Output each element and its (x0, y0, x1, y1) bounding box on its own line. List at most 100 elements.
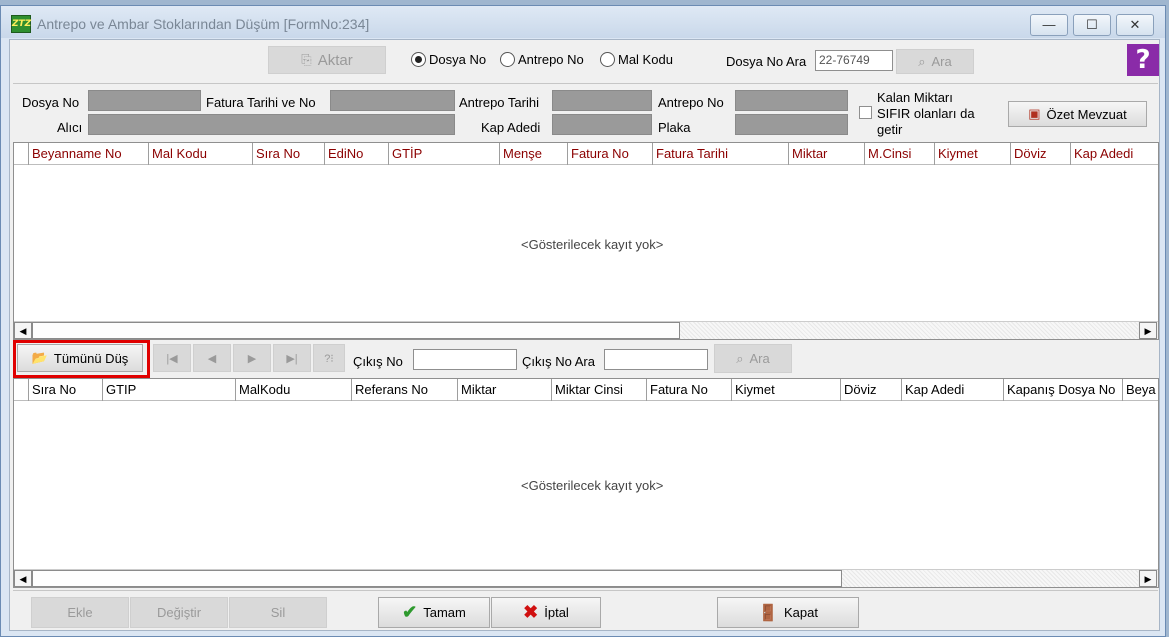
column-header[interactable]: Sıra No (252, 143, 324, 165)
scroll-thumb[interactable] (32, 570, 842, 587)
empty-grid-message: <Gösterilecek kayıt yok> (521, 237, 664, 252)
cikis-no-label: Çıkış No (353, 354, 403, 369)
radio-dot-checked (411, 52, 426, 67)
antrepo-no-label: Antrepo No (658, 95, 724, 110)
radio-dot (600, 52, 615, 67)
antrepo-tarihi-value (552, 90, 652, 111)
column-header[interactable]: Miktar Cinsi (551, 379, 646, 401)
scroll-track[interactable] (680, 322, 1138, 339)
column-header[interactable]: Fatura No (646, 379, 731, 401)
fatura-value (330, 90, 455, 111)
column-header[interactable]: Kiymet (731, 379, 840, 401)
column-header[interactable]: GTİP (388, 143, 499, 165)
plaka-value (735, 114, 848, 135)
close-button[interactable]: ✕ (1116, 14, 1154, 36)
kapat-button[interactable]: 🚪 Kapat (717, 597, 859, 628)
column-header[interactable]: Kiymet (934, 143, 1010, 165)
iptal-button[interactable]: ✖ İptal (491, 597, 601, 628)
nav-prev-icon[interactable]: ◀ (193, 344, 231, 372)
form-content: ⎘ Aktar Dosya No Antrepo No Mal Kodu Dos… (9, 39, 1160, 631)
magnifier-icon: ⌕ (918, 53, 926, 69)
alici-value (88, 114, 455, 135)
radio-antrepo-no[interactable]: Antrepo No (500, 52, 584, 67)
column-header[interactable]: Kap Adedi (1070, 143, 1158, 165)
cikis-no-ara-label: Çıkış No Ara (522, 354, 595, 369)
column-header[interactable]: Mal Kodu (148, 143, 252, 165)
column-header[interactable]: Döviz (1010, 143, 1070, 165)
form-window: ZTZ Antrepo ve Ambar Stoklarından Düşüm … (0, 5, 1166, 637)
ara-button[interactable]: ⌕ Ara (896, 49, 974, 74)
nav-last-icon[interactable]: ▶| (273, 344, 311, 372)
window-title: Antrepo ve Ambar Stoklarından Düşüm [For… (37, 16, 370, 32)
radio-antrepo-label: Antrepo No (518, 52, 584, 67)
minimize-button[interactable]: — (1030, 14, 1068, 36)
tamam-label: Tamam (423, 605, 466, 620)
column-header[interactable]: GTIP (102, 379, 235, 401)
column-header[interactable]: Sıra No (28, 379, 102, 401)
maximize-button[interactable]: ☐ (1073, 14, 1111, 36)
search-doc-icon: ⌕ (736, 350, 744, 366)
column-header[interactable]: Miktar (457, 379, 551, 401)
radio-mal-kodu[interactable]: Mal Kodu (600, 52, 673, 67)
dosya-no-value (88, 90, 201, 111)
scroll-left-icon[interactable]: ◀ (14, 322, 32, 339)
scroll-right-icon[interactable]: ▶ (1139, 570, 1157, 587)
beyanname-grid: Beyanname No Mal Kodu Sıra No EdiNo GTİP… (13, 142, 1159, 340)
antrepo-tarihi-label: Antrepo Tarihi (459, 95, 539, 110)
sifir-label: SIFIR olanları da (877, 106, 975, 121)
sifir-checkbox[interactable] (859, 106, 872, 119)
column-header[interactable]: Miktar (788, 143, 864, 165)
column-header[interactable]: Fatura Tarihi (652, 143, 788, 165)
horizontal-scrollbar[interactable]: ◀ ▶ (14, 321, 1158, 339)
column-header[interactable]: Kapanış Dosya No (1003, 379, 1122, 401)
column-header[interactable]: Fatura No (567, 143, 652, 165)
help-icon[interactable]: ? (1127, 44, 1159, 76)
scroll-right-icon[interactable]: ▶ (1139, 322, 1157, 339)
column-header[interactable]: EdiNo (324, 143, 388, 165)
checkmark-icon: ✔ (402, 602, 418, 622)
column-header[interactable]: MalKodu (235, 379, 351, 401)
nav-search-icon[interactable]: ?⁝ (313, 344, 345, 372)
kalan-miktari-label: Kalan Miktarı (877, 90, 953, 105)
navigator-bar: |◀ ◀ ▶ ▶| ?⁝ (153, 343, 351, 375)
ekle-button[interactable]: Ekle (31, 597, 129, 628)
column-header[interactable]: Kap Adedi (901, 379, 1003, 401)
title-bar: ZTZ Antrepo ve Ambar Stoklarından Düşüm … (1, 6, 1165, 38)
kap-adedi-value (552, 114, 652, 135)
nav-next-icon[interactable]: ▶ (233, 344, 271, 372)
column-header[interactable]: Referans No (351, 379, 457, 401)
cikis-no-input[interactable] (413, 349, 517, 370)
column-header[interactable]: M.Cinsi (864, 143, 934, 165)
document-icon: ▣ (1028, 106, 1041, 121)
ozet-mevzuat-button[interactable]: ▣ Özet Mevzuat (1008, 101, 1147, 127)
scroll-track[interactable] (842, 570, 1138, 587)
plaka-label: Plaka (658, 120, 691, 135)
fatura-label: Fatura Tarihi ve No (206, 95, 316, 110)
aktar-button[interactable]: ⎘ Aktar (268, 46, 386, 74)
column-header[interactable]: Beyanname No (28, 143, 148, 165)
scroll-thumb[interactable] (32, 322, 680, 339)
column-header[interactable]: Döviz (840, 379, 901, 401)
getir-label: getir (877, 122, 903, 137)
nav-first-icon[interactable]: |◀ (153, 344, 191, 372)
tamam-button[interactable]: ✔ Tamam (378, 597, 490, 628)
cikis-no-ara-input[interactable] (604, 349, 708, 370)
sil-button[interactable]: Sil (229, 597, 327, 628)
column-header[interactable]: Menşe (499, 143, 567, 165)
dosya-no-ara-input[interactable]: 22-76749 (815, 50, 893, 71)
cancel-x-icon: ✖ (523, 602, 539, 622)
alici-label: Alıcı (57, 120, 83, 135)
column-header[interactable]: Beya (1122, 379, 1158, 401)
app-logo-icon: ZTZ (11, 15, 31, 33)
horizontal-scrollbar[interactable]: ◀ ▶ (14, 569, 1158, 587)
cikis-ara-button[interactable]: ⌕ Ara (714, 344, 792, 373)
scroll-left-icon[interactable]: ◀ (14, 570, 32, 587)
ara-label: Ara (931, 54, 952, 69)
door-exit-icon: 🚪 (758, 604, 778, 622)
cikis-ara-label: Ara (749, 351, 770, 366)
antrepo-no-value (735, 90, 848, 111)
radio-dosya-no[interactable]: Dosya No (411, 52, 486, 67)
degistir-button[interactable]: Değiştir (130, 597, 228, 628)
highlight-box (13, 340, 150, 378)
cikis-grid-header: Sıra No GTIP MalKodu Referans No Miktar … (14, 379, 1158, 401)
